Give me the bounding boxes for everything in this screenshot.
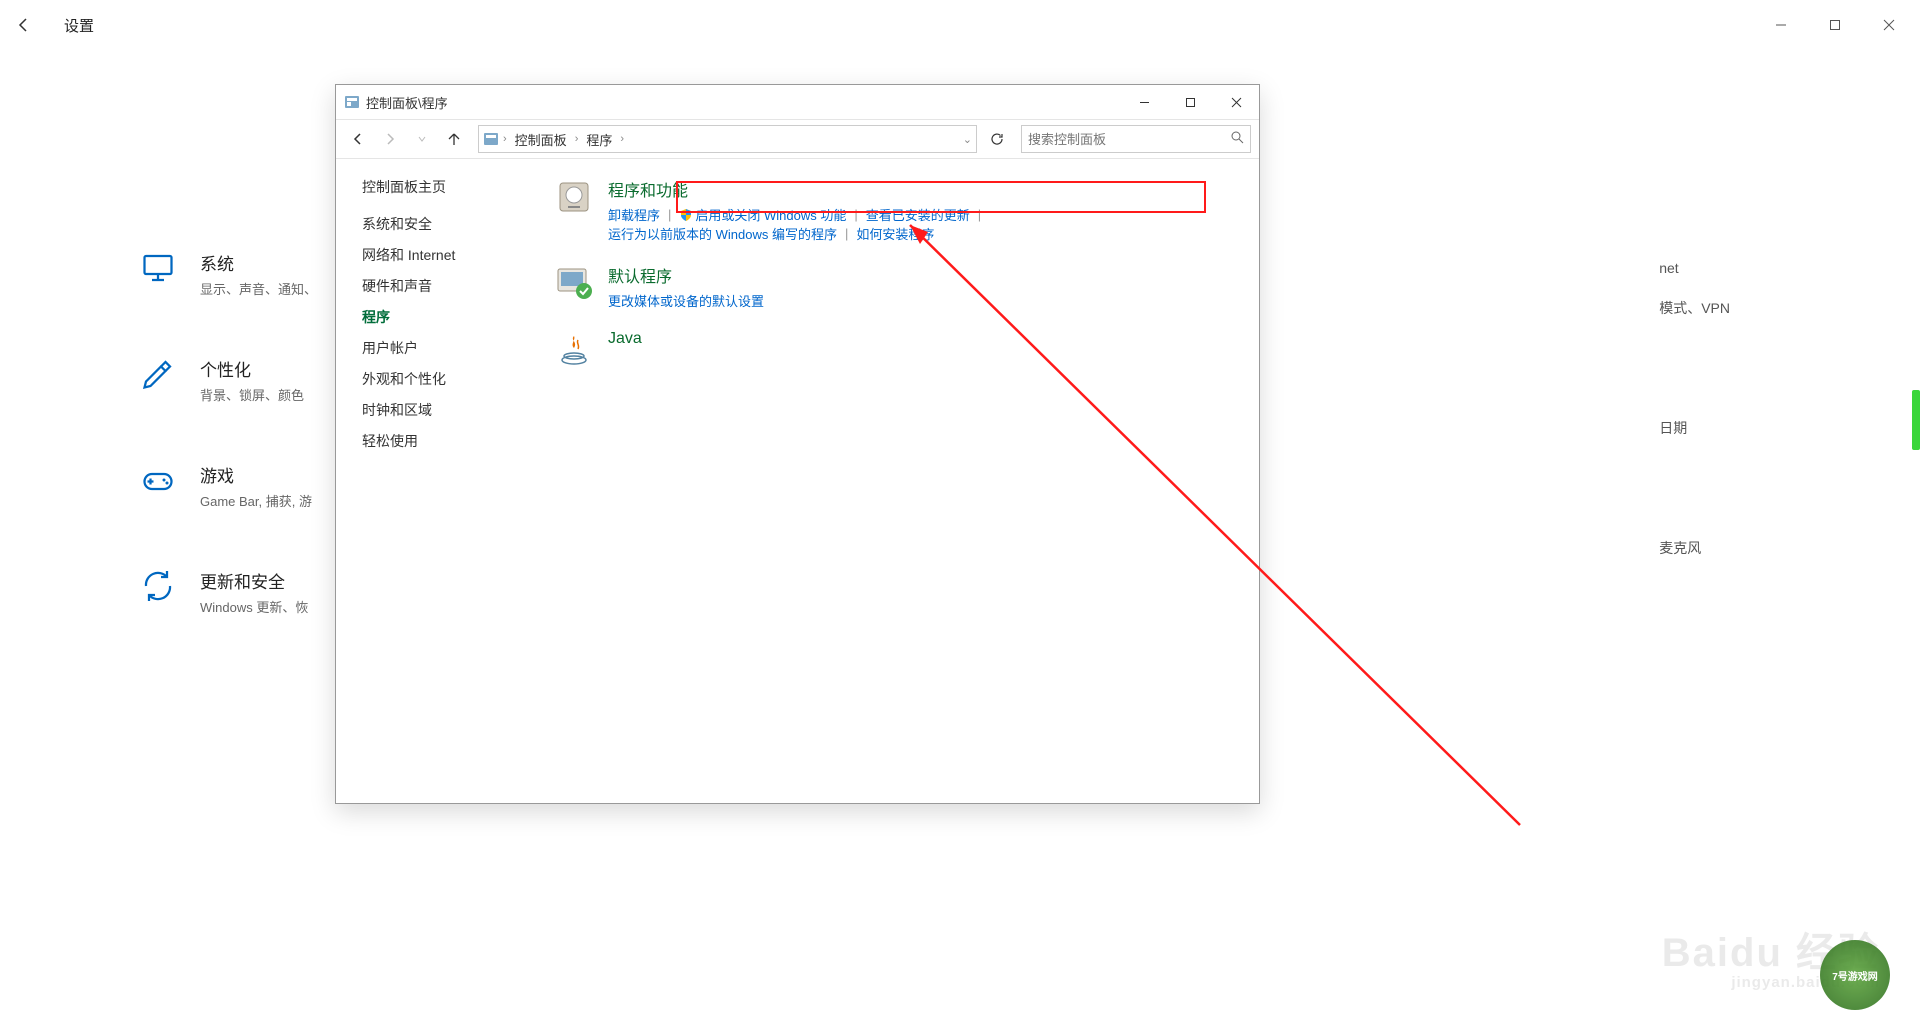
category-gaming[interactable]: 游戏Game Bar, 捕获, 游 — [140, 462, 317, 510]
update-icon — [140, 568, 176, 604]
cp-titlebar: 控制面板\程序 — [336, 85, 1259, 119]
scrollbar-indicator[interactable] — [1912, 390, 1920, 450]
control-panel-icon — [344, 94, 360, 110]
section-programs-features: 程序和功能 卸载程序 | 启用或关闭 Windows 功能 | 查看已安装的更新… — [554, 177, 1243, 243]
sidebar-item-clock[interactable]: 时钟和区域 — [362, 400, 534, 420]
sidebar-item-network[interactable]: 网络和 Internet — [362, 245, 534, 265]
sidebar-item-hardware[interactable]: 硬件和声音 — [362, 276, 534, 296]
dropdown-icon[interactable]: ⌄ — [963, 133, 972, 146]
site-logo: 7号游戏网 — [1820, 940, 1890, 1010]
sidebar-item-programs[interactable]: 程序 — [362, 307, 534, 327]
category-personalization[interactable]: 个性化背景、锁屏、颜色 — [140, 356, 317, 404]
control-panel-window: 控制面板\程序 › 控制面板 › 程序 › ⌄ 控制面板主页 — [335, 84, 1260, 804]
sidebar-item-system-security[interactable]: 系统和安全 — [362, 214, 534, 234]
cp-content: 程序和功能 卸载程序 | 启用或关闭 Windows 功能 | 查看已安装的更新… — [546, 159, 1259, 803]
sidebar-item-user-accounts[interactable]: 用户帐户 — [362, 338, 534, 358]
gaming-icon — [140, 462, 176, 498]
search-icon[interactable] — [1230, 130, 1244, 149]
link-installed-updates[interactable]: 查看已安装的更新 — [866, 205, 970, 224]
link-uninstall[interactable]: 卸载程序 — [608, 205, 660, 224]
cp-toolbar: › 控制面板 › 程序 › ⌄ — [336, 119, 1259, 159]
crumb-programs[interactable]: 程序 — [582, 130, 616, 149]
close-button[interactable] — [1866, 9, 1912, 41]
settings-title: 设置 — [64, 15, 94, 36]
programs-features-title[interactable]: 程序和功能 — [608, 177, 1243, 201]
settings-right-hints: net 模式、VPN 日期 麦克风 — [1659, 260, 1730, 558]
shield-icon — [679, 208, 693, 222]
cp-title: 控制面板\程序 — [366, 93, 448, 112]
crumb-control-panel[interactable]: 控制面板 — [511, 130, 571, 149]
link-media-defaults[interactable]: 更改媒体或设备的默认设置 — [608, 291, 764, 310]
maximize-button[interactable] — [1812, 9, 1858, 41]
settings-categories: 系统显示、声音、通知、 个性化背景、锁屏、颜色 游戏Game Bar, 捕获, … — [140, 250, 317, 616]
breadcrumb[interactable]: › 控制面板 › 程序 › ⌄ — [478, 125, 977, 153]
link-windows-features[interactable]: 启用或关闭 Windows 功能 — [695, 205, 846, 224]
sidebar-item-ease[interactable]: 轻松使用 — [362, 431, 534, 451]
nav-up-button[interactable] — [440, 125, 468, 153]
cp-close-button[interactable] — [1213, 87, 1259, 117]
programs-features-icon — [554, 177, 594, 217]
sidebar-home[interactable]: 控制面板主页 — [362, 177, 534, 197]
nav-recent-button[interactable] — [408, 125, 436, 153]
section-default-programs: 默认程序 更改媒体或设备的默认设置 — [554, 263, 1243, 310]
system-icon — [140, 250, 176, 286]
sidebar-item-appearance[interactable]: 外观和个性化 — [362, 369, 534, 389]
link-compatibility[interactable]: 运行为以前版本的 Windows 编写的程序 — [608, 224, 837, 243]
nav-forward-button[interactable] — [376, 125, 404, 153]
search-box[interactable] — [1021, 125, 1251, 153]
category-update[interactable]: 更新和安全Windows 更新、恢 — [140, 568, 317, 616]
cp-minimize-button[interactable] — [1121, 87, 1167, 117]
java-title[interactable]: Java — [608, 330, 1243, 348]
breadcrumb-icon — [483, 131, 499, 147]
category-system[interactable]: 系统显示、声音、通知、 — [140, 250, 317, 298]
cp-maximize-button[interactable] — [1167, 87, 1213, 117]
cp-sidebar: 控制面板主页 系统和安全 网络和 Internet 硬件和声音 程序 用户帐户 … — [336, 159, 546, 803]
minimize-button[interactable] — [1758, 9, 1804, 41]
default-programs-title[interactable]: 默认程序 — [608, 263, 1243, 287]
search-input[interactable] — [1028, 132, 1208, 147]
settings-titlebar: 设置 — [0, 0, 1920, 50]
link-how-to-install[interactable]: 如何安装程序 — [856, 224, 934, 243]
back-button[interactable] — [8, 9, 40, 41]
nav-back-button[interactable] — [344, 125, 372, 153]
java-icon — [554, 330, 594, 370]
refresh-button[interactable] — [983, 125, 1011, 153]
personalization-icon — [140, 356, 176, 392]
section-java: Java — [554, 330, 1243, 370]
default-programs-icon — [554, 263, 594, 303]
